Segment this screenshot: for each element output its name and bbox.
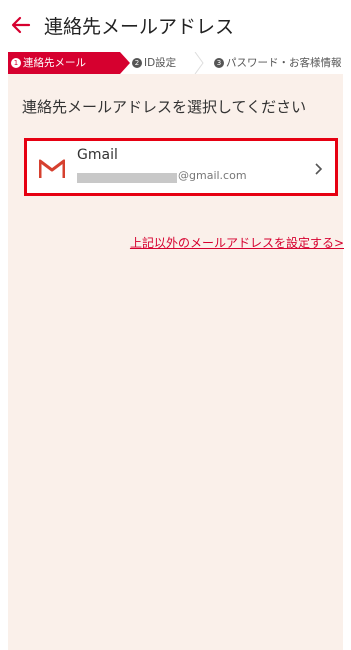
- other-email-link[interactable]: 上記以外のメールアドレスを設定する>: [130, 234, 344, 251]
- step-1-number: 1: [11, 58, 21, 68]
- step-3: 3 パスワード・お客様情報: [214, 52, 342, 74]
- account-provider-name: Gmail: [77, 147, 118, 163]
- back-arrow-icon[interactable]: [10, 14, 32, 36]
- step-3-number: 3: [214, 58, 224, 68]
- step-2: 2 ID設定: [132, 52, 176, 74]
- chevron-right-icon: [315, 163, 323, 175]
- instruction-text: 連絡先メールアドレスを選択してください: [22, 98, 307, 116]
- account-email-suffix: @gmail.com: [178, 169, 247, 182]
- step-separator-icon: [194, 52, 204, 74]
- step-1-arrow: [120, 52, 130, 74]
- step-2-number: 2: [132, 58, 142, 68]
- step-indicator: 1 連絡先メール 2 ID設定 3 パスワード・お客様情報: [8, 52, 351, 74]
- main-content: 連絡先メールアドレスを選択してください Gmail @gmail.com 上記以…: [8, 74, 344, 650]
- page-title: 連絡先メールアドレス: [44, 15, 235, 38]
- step-2-label: ID設定: [144, 57, 177, 69]
- redacted-email-username: [77, 173, 177, 183]
- step-1: 1 連絡先メール: [8, 52, 120, 74]
- step-3-label: パスワード・お客様情報: [226, 57, 342, 69]
- step-1-label: 連絡先メール: [23, 57, 86, 69]
- gmail-icon: [39, 159, 65, 179]
- header: 連絡先メールアドレス: [0, 0, 351, 50]
- gmail-account-option[interactable]: Gmail @gmail.com: [24, 138, 338, 196]
